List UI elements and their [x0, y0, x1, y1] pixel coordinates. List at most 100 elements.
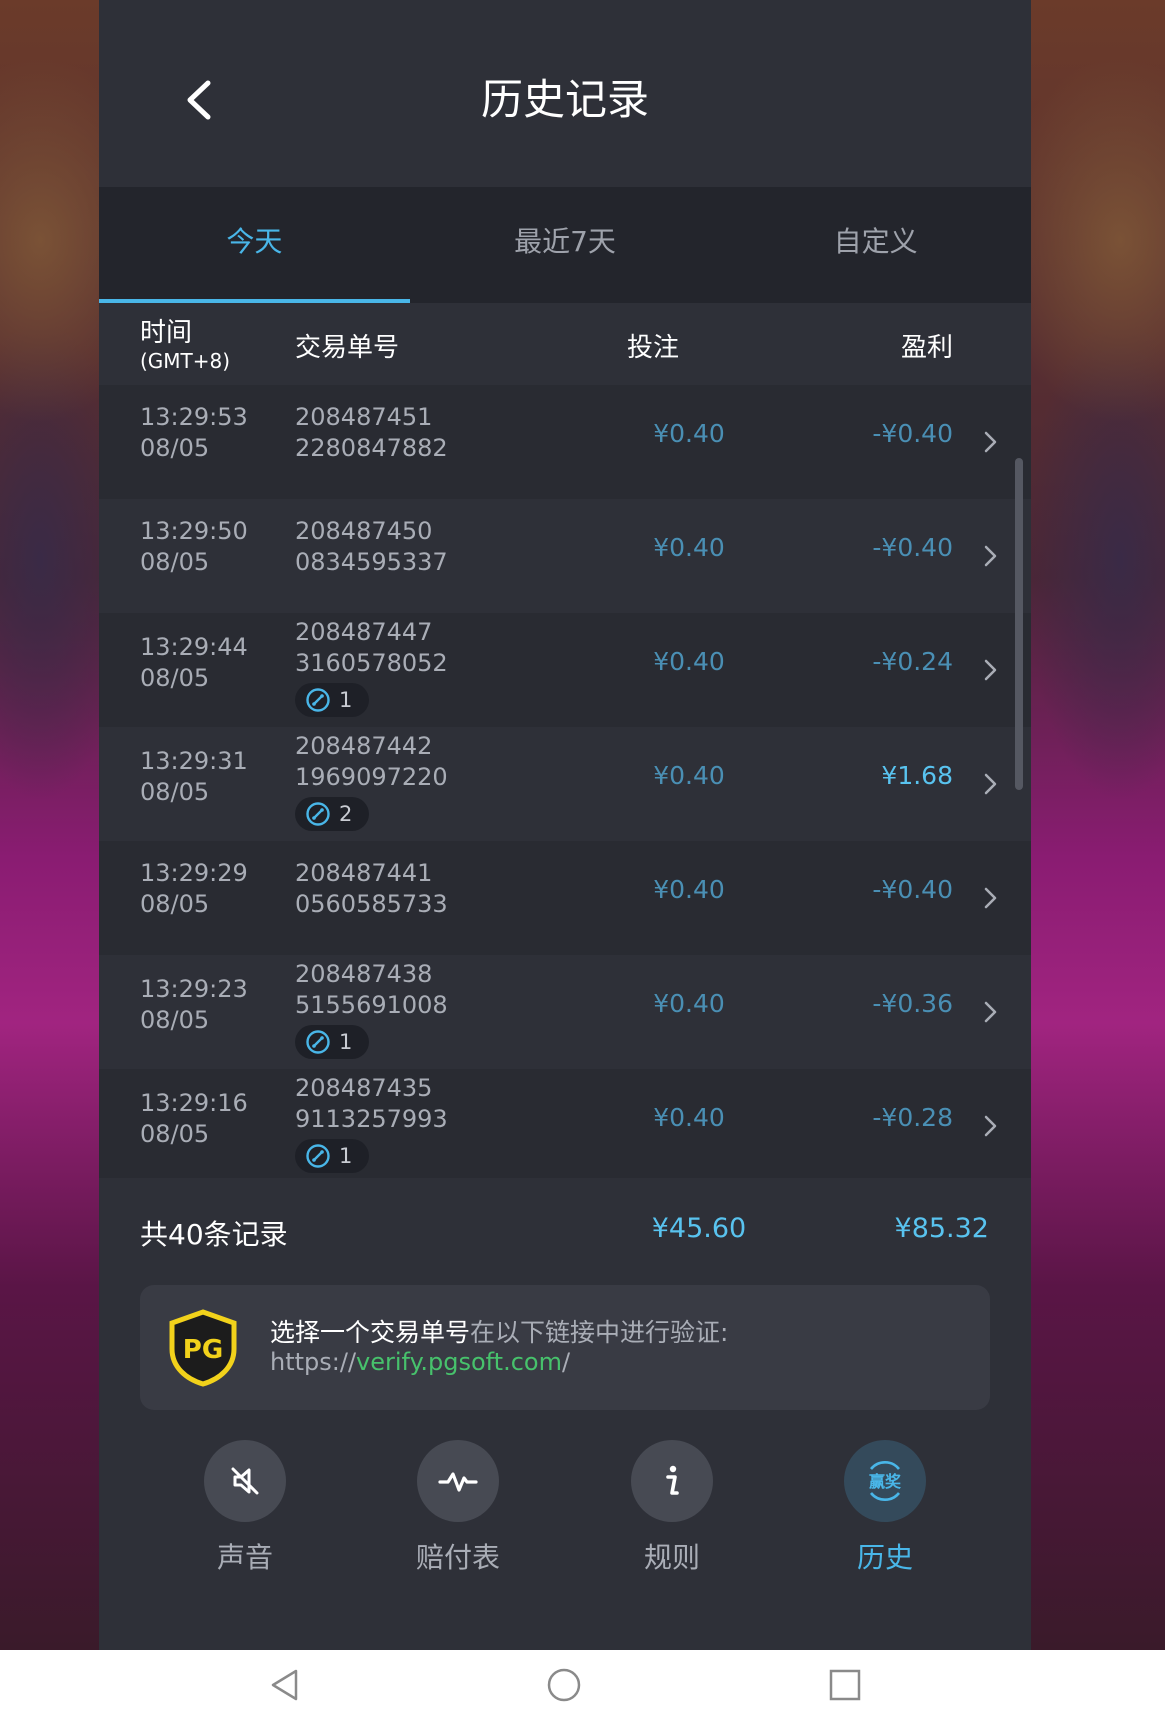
history-icon: 赢奖 — [869, 1461, 902, 1501]
verify-link-domain[interactable]: verify.pgsoft.com — [356, 1348, 562, 1376]
total-profit: ¥85.32 — [894, 1213, 989, 1244]
nav-history-label: 历史 — [856, 1541, 913, 1574]
nav-sound-label: 声音 — [216, 1541, 273, 1574]
record-count: 共40条记录 — [140, 1218, 288, 1251]
row-time: 13:29:23 — [140, 975, 248, 1003]
free-spin-badge: 1 — [295, 683, 369, 717]
chevron-right-icon — [984, 431, 997, 453]
tab-custom[interactable]: 自定义 — [720, 187, 1031, 303]
txn-id: 208487447 — [295, 618, 433, 646]
bottom-nav: 声音 赔付表 规则 赢奖 历史 — [99, 1430, 1031, 1590]
svg-text:PG: PG — [183, 1335, 223, 1365]
history-list[interactable]: 13:29:53 08/05 208487451 2280847882 ¥0.40 … — [99, 385, 1031, 1178]
row-time: 13:29:53 — [140, 403, 248, 431]
nav-rules[interactable]: 规则 — [597, 1440, 747, 1576]
txn-id: 3160578052 — [295, 649, 448, 677]
pg-shield-logo: PG — [169, 1309, 237, 1387]
header: 历史记录 — [99, 0, 1031, 187]
profit-column-header: 盈利 — [900, 333, 953, 363]
txn-id: 5155691008 — [295, 991, 448, 1019]
txn-id: 9113257993 — [295, 1105, 448, 1133]
free-spin-badge: 1 — [295, 1025, 369, 1059]
table-row[interactable]: 13:29:31 08/05 208487442 1969097220 2 ¥0.4… — [99, 727, 1031, 841]
row-bet: ¥0.40 — [653, 533, 725, 562]
row-profit: -¥0.24 — [872, 647, 953, 676]
chevron-right-icon — [984, 659, 997, 681]
nav-paytable-button[interactable] — [417, 1440, 499, 1522]
verify-link-prefix: https:// — [270, 1348, 357, 1376]
nav-rules-label: 规则 — [643, 1541, 700, 1574]
row-profit: -¥0.40 — [872, 875, 953, 904]
summary-bar: 共40条记录 ¥45.60 ¥85.32 — [99, 1185, 1031, 1280]
row-date: 08/05 — [140, 778, 210, 806]
row-time: 13:29:29 — [140, 859, 248, 887]
txn-id: 208487450 — [295, 517, 433, 545]
verify-instruction-main: 选择一个交易单号 — [270, 1318, 471, 1347]
system-home-icon[interactable] — [547, 1668, 581, 1702]
free-spin-count: 2 — [339, 802, 353, 826]
paytable-icon — [438, 1472, 478, 1492]
row-profit: -¥0.28 — [872, 1103, 953, 1132]
nav-sound[interactable]: 声音 — [170, 1440, 320, 1576]
timezone-label: (GMT+8) — [140, 349, 231, 373]
chevron-right-icon — [984, 1115, 997, 1137]
row-bet: ¥0.40 — [653, 989, 725, 1018]
free-spin-count: 1 — [339, 1030, 353, 1054]
table-row[interactable]: 13:29:53 08/05 208487451 2280847882 ¥0.40 … — [99, 385, 1031, 499]
chevron-right-icon — [984, 545, 997, 567]
table-row[interactable]: 13:29:29 08/05 208487441 0560585733 ¥0.40 … — [99, 841, 1031, 955]
row-date: 08/05 — [140, 1006, 210, 1034]
verify-link[interactable]: https://verify.pgsoft.com/ — [270, 1348, 570, 1376]
row-time: 13:29:44 — [140, 633, 248, 661]
table-row[interactable]: 13:29:23 08/05 208487438 5155691008 1 ¥0.4… — [99, 955, 1031, 1069]
table-row[interactable]: 13:29:50 08/05 208487450 0834595337 ¥0.40 … — [99, 499, 1031, 613]
row-date: 08/05 — [140, 890, 210, 918]
nav-history-button[interactable]: 赢奖 — [844, 1440, 926, 1522]
free-spin-icon — [306, 1030, 330, 1054]
free-spin-badge: 2 — [295, 797, 369, 831]
verify-link-suffix: / — [561, 1348, 571, 1376]
nav-history[interactable]: 赢奖 历史 — [810, 1440, 960, 1576]
txn-id: 208487442 — [295, 732, 433, 760]
nav-sound-button[interactable] — [204, 1440, 286, 1522]
free-spin-icon — [306, 802, 330, 826]
row-date: 08/05 — [140, 548, 210, 576]
table-row[interactable]: 13:29:44 08/05 208487447 3160578052 1 ¥0.4… — [99, 613, 1031, 727]
txn-id: 0560585733 — [295, 890, 448, 918]
row-bet: ¥0.40 — [653, 1103, 725, 1132]
info-icon — [666, 1465, 679, 1495]
free-spin-icon — [306, 1144, 330, 1168]
txn-id: 208487451 — [295, 403, 433, 431]
svg-text:赢奖: 赢奖 — [869, 1472, 902, 1491]
txn-id: 1969097220 — [295, 763, 448, 791]
txn-id: 208487435 — [295, 1074, 433, 1102]
nav-rules-button[interactable] — [631, 1440, 713, 1522]
sound-off-icon — [231, 1467, 259, 1495]
list-scrollbar[interactable] — [1015, 458, 1023, 790]
free-spin-count: 1 — [339, 1144, 353, 1168]
row-date: 08/05 — [140, 1120, 210, 1148]
txn-id: 208487441 — [295, 859, 433, 887]
row-bet: ¥0.40 — [653, 875, 725, 904]
verify-instruction-rest: 在以下链接中进行验证: — [470, 1318, 729, 1347]
row-profit: ¥1.68 — [881, 761, 953, 790]
row-time: 13:29:31 — [140, 747, 248, 775]
time-column-header: 时间 — [140, 318, 193, 348]
row-profit: -¥0.40 — [872, 533, 953, 562]
system-recents-icon[interactable] — [828, 1668, 862, 1702]
chevron-right-icon — [984, 773, 997, 795]
row-profit: -¥0.36 — [872, 989, 953, 1018]
txn-id: 2280847882 — [295, 434, 448, 462]
free-spin-badge: 1 — [295, 1139, 369, 1173]
row-bet: ¥0.40 — [653, 647, 725, 676]
table-row[interactable]: 13:29:16 08/05 208487435 9113257993 1 ¥0.4… — [99, 1069, 1031, 1178]
nav-paytable[interactable]: 赔付表 — [383, 1440, 533, 1576]
tab-last-7-days[interactable]: 最近7天 — [410, 187, 721, 303]
bet-column-header: 投注 — [627, 333, 680, 363]
date-tabs: 今天 最近7天 自定义 — [99, 187, 1031, 303]
row-time: 13:29:50 — [140, 517, 248, 545]
system-back-icon[interactable] — [268, 1668, 302, 1702]
column-headers: 时间 (GMT+8) 交易单号 投注 盈利 — [99, 303, 1031, 385]
tab-today[interactable]: 今天 — [99, 187, 410, 303]
history-panel: 历史记录 今天 最近7天 自定义 时间 (GMT+8) 交易单号 投注 盈利 1… — [99, 0, 1031, 1650]
